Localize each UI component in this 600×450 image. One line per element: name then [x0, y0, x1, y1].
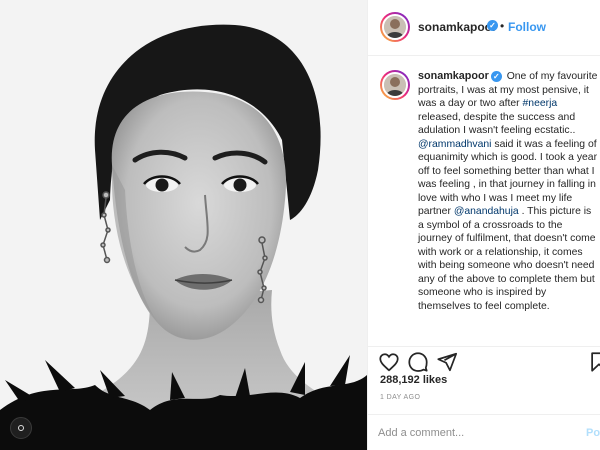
likes-count[interactable]: 288,192 likes	[380, 374, 447, 386]
mention-link[interactable]: @anandahuja	[454, 206, 519, 217]
post-header: sonamkapoor ✓ • Follow	[368, 0, 600, 56]
caption-text-part: released, despite the success and adulat…	[418, 111, 576, 137]
comment-bar: Post	[368, 414, 600, 450]
portrait-image	[0, 0, 367, 450]
caption-username-link[interactable]: sonamkapoor	[418, 70, 489, 82]
caption-section: sonamkapoor ✓ One of my favourite portrai…	[368, 56, 600, 346]
verified-badge-icon: ✓	[490, 71, 502, 82]
post-comment-button[interactable]: Post	[586, 427, 600, 439]
mention-link[interactable]: @rammadhvani	[418, 139, 492, 150]
share-icon[interactable]	[436, 351, 458, 373]
avatar-image	[382, 72, 408, 98]
caption-text-part: . This picture is a symbol of a crossroa…	[418, 206, 596, 312]
follow-button[interactable]: Follow	[508, 20, 546, 34]
heart-icon[interactable]	[378, 351, 400, 373]
action-bar	[368, 346, 600, 373]
username-link[interactable]: sonamkapoor	[418, 20, 497, 34]
instagram-post: sonamkapoor ✓ • Follow sonamkapoor ✓ One …	[0, 0, 600, 450]
caption-avatar[interactable]	[380, 70, 410, 100]
bookmark-icon[interactable]	[588, 351, 600, 373]
verified-badge-icon: ✓	[487, 20, 498, 31]
separator-dot: •	[500, 19, 505, 33]
avatar[interactable]	[380, 12, 410, 42]
post-sidebar: sonamkapoor ✓ • Follow sonamkapoor ✓ One …	[367, 0, 600, 450]
hashtag-link[interactable]: #neerja	[523, 98, 558, 109]
caption-text: sonamkapoor ✓ One of my favourite portrai…	[418, 70, 598, 313]
post-photo[interactable]	[0, 0, 367, 450]
post-timestamp[interactable]: 1 DAY AGO	[380, 394, 420, 401]
tagged-users-icon[interactable]	[10, 417, 32, 439]
comment-icon[interactable]	[407, 351, 429, 373]
comment-input[interactable]	[378, 424, 568, 442]
avatar-image	[382, 14, 408, 40]
